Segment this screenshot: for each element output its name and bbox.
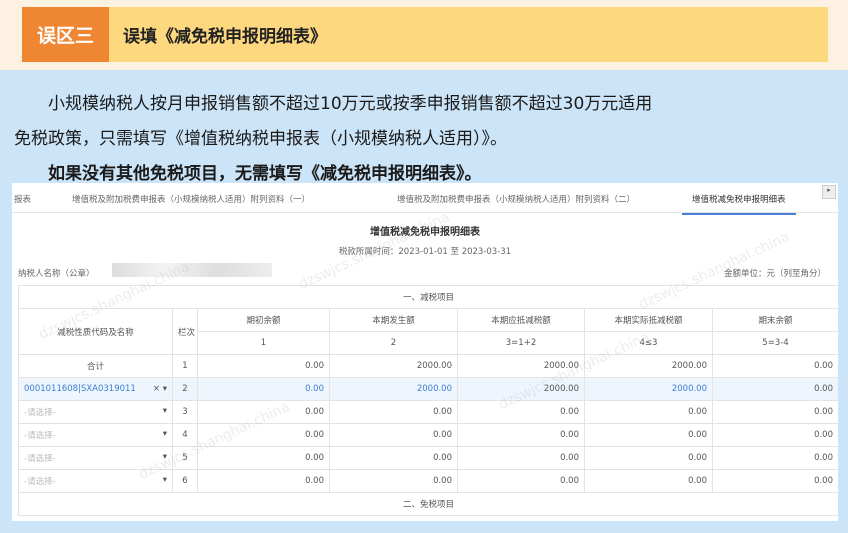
amount-cell[interactable]: 0.00 — [329, 446, 458, 470]
table-row: 0001011608|SXA0319011 × ▾ 2 0.00 2000.00 2000… — [18, 377, 838, 401]
formula: 3=1+2 — [457, 331, 585, 355]
amount-cell[interactable]: 0.00 — [584, 400, 713, 424]
amount-cell[interactable]: 0.00 — [197, 423, 330, 447]
row-no: 4 — [172, 423, 198, 447]
amount-cell: 2000.00 — [457, 354, 585, 378]
amount-cell: 0.00 — [712, 400, 838, 424]
amount-cell: 0.00 — [712, 354, 838, 378]
table-row: -请选择- ▾ 5 0.00 0.00 0.00 0.00 0.00 — [18, 446, 838, 470]
scroll-right-button[interactable]: ▸ — [822, 185, 836, 199]
header-col: 期末余额 — [712, 308, 838, 332]
reduction-table: 一、减税项目 减税性质代码及名称 栏次 期初余额 本期发生额 本期应抵减税额 本… — [18, 285, 838, 516]
tab-reduction-detail[interactable]: 增值税减免税申报明细表 — [682, 193, 796, 215]
amount-cell[interactable]: 0.00 — [329, 423, 458, 447]
header-col: 本期应抵减税额 — [457, 308, 585, 332]
row-name: 合计 — [18, 354, 173, 378]
code-select-value: -请选择- — [24, 431, 56, 441]
table-row: -请选择- ▾ 3 0.00 0.00 0.00 0.00 0.00 — [18, 400, 838, 424]
taxpayer-name-redacted — [112, 263, 272, 277]
header-col: 本期发生额 — [329, 308, 458, 332]
currency-unit: 金额单位：元（列至角分） — [723, 269, 826, 279]
row-no: 3 — [172, 400, 198, 424]
header-code: 减税性质代码及名称 — [18, 308, 173, 355]
tab-bar: 报表 增值税及附加税费申报表（小规模纳税人适用）附列资料（一） 增值税及附加税费… — [12, 183, 838, 215]
amount-cell[interactable]: 0.00 — [197, 446, 330, 470]
chevron-down-icon[interactable]: × ▾ — [153, 384, 167, 394]
code-select-value: 0001011608|SXA0319011 — [24, 384, 136, 394]
formula: 1 — [197, 331, 330, 355]
code-select-value: -请选择- — [24, 477, 56, 487]
screenshot-panel: 报表 增值税及附加税费申报表（小规模纳税人适用）附列资料（一） 增值税及附加税费… — [12, 183, 838, 521]
code-select-value: -请选择- — [24, 408, 56, 418]
amount-cell: 0.00 — [457, 423, 585, 447]
amount-cell[interactable]: 2000.00 — [329, 377, 458, 401]
tab-report[interactable]: 报表 — [14, 193, 31, 205]
amount-cell: 2000.00 — [329, 354, 458, 378]
chevron-down-icon[interactable]: ▾ — [163, 452, 167, 462]
header-col: 期初余额 — [197, 308, 330, 332]
amount-cell: 0.00 — [457, 446, 585, 470]
body-line-2: 免税政策，只需填写《增值税纳税申报表（小规模纳税人适用）》。 — [14, 129, 507, 149]
tab-schedule-2[interactable]: 增值税及附加税费申报表（小规模纳税人适用）附列资料（二） — [397, 193, 635, 205]
table-row: -请选择- ▾ 4 0.00 0.00 0.00 0.00 0.00 — [18, 423, 838, 447]
section-reduction: 一、减税项目 — [18, 285, 838, 309]
amount-cell[interactable]: 0.00 — [329, 400, 458, 424]
amount-cell[interactable]: 0.00 — [584, 423, 713, 447]
tab-schedule-1[interactable]: 增值税及附加税费申报表（小规模纳税人适用）附列资料（一） — [72, 193, 310, 205]
tax-period: 税款所属时间：2023-01-01 至 2023-03-31 — [338, 247, 512, 257]
amount-cell: 2000.00 — [584, 354, 713, 378]
amount-cell[interactable]: 0.00 — [197, 400, 330, 424]
code-select[interactable]: -请选择- ▾ — [18, 469, 173, 493]
amount-cell: 2000.00 — [457, 377, 585, 401]
code-select[interactable]: -请选择- ▾ — [18, 400, 173, 424]
amount-cell: 0.00 — [712, 377, 838, 401]
section-exemption: 二、免税项目 — [18, 492, 838, 516]
amount-cell: 0.00 — [457, 400, 585, 424]
body-line-3: 如果没有其他免税项目，无需填写《减免税申报明细表》。 — [14, 164, 482, 184]
amount-cell[interactable]: 0.00 — [329, 469, 458, 493]
formula: 5=3-4 — [712, 331, 838, 355]
row-no: 1 — [172, 354, 198, 378]
row-no: 6 — [172, 469, 198, 493]
amount-cell[interactable]: 2000.00 — [584, 377, 713, 401]
table-row: -请选择- ▾ 6 0.00 0.00 0.00 0.00 0.00 — [18, 469, 838, 493]
code-select[interactable]: -请选择- ▾ — [18, 423, 173, 447]
chevron-down-icon[interactable]: ▾ — [163, 475, 167, 485]
mistake-tag: 误区三 — [22, 7, 109, 62]
amount-cell: 0.00 — [457, 469, 585, 493]
form-title: 增值税减免税申报明细表 — [370, 227, 480, 238]
taxpayer-label: 纳税人名称（公章） — [18, 269, 95, 279]
amount-cell: 0.00 — [712, 423, 838, 447]
banner-title: 误填《减免税申报明细表》 — [123, 27, 327, 47]
chevron-down-icon[interactable]: ▾ — [163, 429, 167, 439]
table-row: 合计 1 0.00 2000.00 2000.00 2000.00 0.00 — [18, 354, 838, 378]
formula: 2 — [329, 331, 458, 355]
row-no: 2 — [172, 377, 198, 401]
code-select-value: -请选择- — [24, 454, 56, 464]
amount-cell: 0.00 — [712, 446, 838, 470]
amount-cell: 0.00 — [712, 469, 838, 493]
header-row-no: 栏次 — [172, 308, 198, 355]
chevron-down-icon[interactable]: ▾ — [163, 406, 167, 416]
body-line-1: 小规模纳税人按月申报销售额不超过10万元或按季申报销售额不超过30万元适用 — [14, 94, 653, 114]
amount-cell: 0.00 — [197, 354, 330, 378]
section-banner: 误区三 误填《减免税申报明细表》 — [22, 7, 828, 62]
formula: 4≤3 — [584, 331, 713, 355]
header-col: 本期实际抵减税额 — [584, 308, 713, 332]
amount-cell[interactable]: 0.00 — [584, 446, 713, 470]
amount-cell[interactable]: 0.00 — [197, 377, 330, 401]
code-select[interactable]: 0001011608|SXA0319011 × ▾ — [18, 377, 173, 401]
amount-cell[interactable]: 0.00 — [584, 469, 713, 493]
code-select[interactable]: -请选择- ▾ — [18, 446, 173, 470]
row-no: 5 — [172, 446, 198, 470]
amount-cell[interactable]: 0.00 — [197, 469, 330, 493]
